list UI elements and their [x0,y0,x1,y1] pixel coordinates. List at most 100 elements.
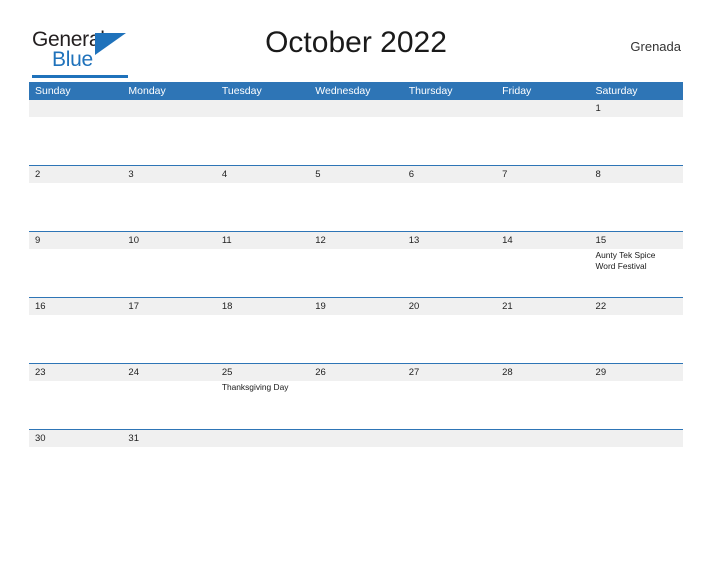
day-number: 28 [502,367,513,378]
calendar-week-row: 16 17 18 19 20 21 22 [29,298,683,364]
day-number: 10 [128,235,139,246]
day-cell-empty [496,100,589,165]
calendar-week-row: 30 31 [29,430,683,454]
day-cell[interactable]: 28 [496,364,589,429]
day-number: 7 [502,169,508,180]
day-cell[interactable]: 1 [590,100,683,165]
logo-underline [32,75,128,78]
calendar-week-row: 1 [29,100,683,166]
weekday-tuesday: Tuesday [221,85,262,97]
calendar-week-row: 9 10 11 12 13 14 15 Aunty Tek Spice Word Festiv… [29,232,683,298]
day-cell[interactable]: 26 [309,364,402,429]
event-label: Aunty Tek Spice Word Festival [595,250,656,271]
day-cell[interactable]: 29 [590,364,683,429]
day-cell[interactable]: 13 [403,232,496,297]
day-cell[interactable]: 25 Thanksgiving Day [216,364,309,429]
day-cell-empty [122,100,215,165]
weekday-sunday: Sunday [35,85,71,97]
day-number: 12 [315,235,326,246]
day-cell[interactable]: 15 Aunty Tek Spice Word Festival [590,232,683,297]
day-number: 14 [502,235,513,246]
week-cells: 9 10 11 12 13 14 15 Aunty Tek Spice Word Festiv… [29,232,683,297]
page-title: October 2022 [265,26,447,59]
day-number: 22 [595,301,607,312]
day-cell[interactable]: 10 [122,232,215,297]
calendar-week-row: 23 24 25 Thanksgiving Day 26 27 28 29 [29,364,683,430]
day-number: 24 [128,367,139,378]
day-cell[interactable]: 7 [496,166,589,231]
calendar-grid: Sunday Monday Tuesday Wednesday Thursday… [29,82,683,454]
week-cells: 23 24 25 Thanksgiving Day 26 27 28 29 [29,364,683,429]
day-number: 15 [595,235,607,246]
day-number: 6 [408,169,414,180]
weekday-thursday: Thursday [408,85,453,97]
day-number: 17 [128,301,139,312]
day-number: 30 [35,433,46,444]
day-cell[interactable]: 6 [403,166,496,231]
day-number: 21 [502,301,513,312]
day-number: 20 [408,301,420,312]
day-number: 31 [128,433,139,444]
weekday-monday: Monday [128,85,166,97]
day-cell[interactable]: 18 [216,298,309,363]
day-number: 3 [128,169,134,180]
day-cell[interactable]: 19 [309,298,402,363]
day-cell-empty [29,100,122,165]
day-cell[interactable]: 8 [590,166,683,231]
day-cell-empty [216,100,309,165]
day-cell[interactable]: 12 [309,232,402,297]
day-cell-empty [403,100,496,165]
day-number: 25 [221,367,233,378]
day-cell[interactable]: 31 [122,430,215,454]
day-number: 18 [221,301,233,312]
calendar-weeks: 1 2 3 4 5 6 7 8 9 10 11 12 13 14 15 Aunty Tek Spice Wor… [29,100,683,454]
day-events: Aunty Tek Spice Word Festival [596,249,683,271]
day-cell[interactable]: 2 [29,166,122,231]
day-cell[interactable]: 16 [29,298,122,363]
day-events: Thanksgiving Day [222,381,309,393]
week-cells: 1 [29,100,683,165]
week-cells: 16 17 18 19 20 21 22 [29,298,683,363]
day-cell[interactable]: 20 [403,298,496,363]
day-number: 8 [595,169,601,180]
day-cell-empty [309,100,402,165]
weekday-saturday: Saturday [595,85,638,97]
page-header: General Blue October 2022 Grenada [29,22,683,80]
weekday-wednesday: Wednesday [315,85,371,97]
day-cell[interactable]: 24 [122,364,215,429]
event-label: Thanksgiving Day [221,382,289,392]
day-number: 29 [595,367,607,378]
day-cell[interactable]: 21 [496,298,589,363]
day-number: 9 [35,235,41,246]
day-cell[interactable]: 27 [403,364,496,429]
week-cells: 30 31 [29,430,683,454]
day-cell[interactable]: 3 [122,166,215,231]
day-cell[interactable]: 11 [216,232,309,297]
day-number: 13 [408,235,420,246]
day-cell-empty [496,430,589,454]
day-number: 23 [35,367,46,378]
calendar-page: General Blue October 2022 Grenada Sunday… [0,22,712,572]
day-cell-empty [590,430,683,454]
calendar-location: Grenada [630,39,681,54]
day-cell[interactable]: 23 [29,364,122,429]
day-number: 5 [315,169,321,180]
weekday-friday: Friday [502,85,532,97]
day-number: 2 [35,169,41,180]
weekday-header-row: Sunday Monday Tuesday Wednesday Thursday… [29,82,683,100]
day-number: 26 [315,367,326,378]
day-cell[interactable]: 22 [590,298,683,363]
day-cell[interactable]: 4 [216,166,309,231]
day-cell[interactable]: 5 [309,166,402,231]
day-number: 16 [35,301,46,312]
day-number: 4 [221,169,228,180]
day-cell-empty [216,430,309,454]
day-cell[interactable]: 17 [122,298,215,363]
day-cell-empty [309,430,402,454]
day-cell-empty [403,430,496,454]
day-cell[interactable]: 9 [29,232,122,297]
day-cell[interactable]: 14 [496,232,589,297]
day-number: 19 [315,301,326,312]
week-cells: 2 3 4 5 6 7 8 [29,166,683,231]
day-cell[interactable]: 30 [29,430,122,454]
